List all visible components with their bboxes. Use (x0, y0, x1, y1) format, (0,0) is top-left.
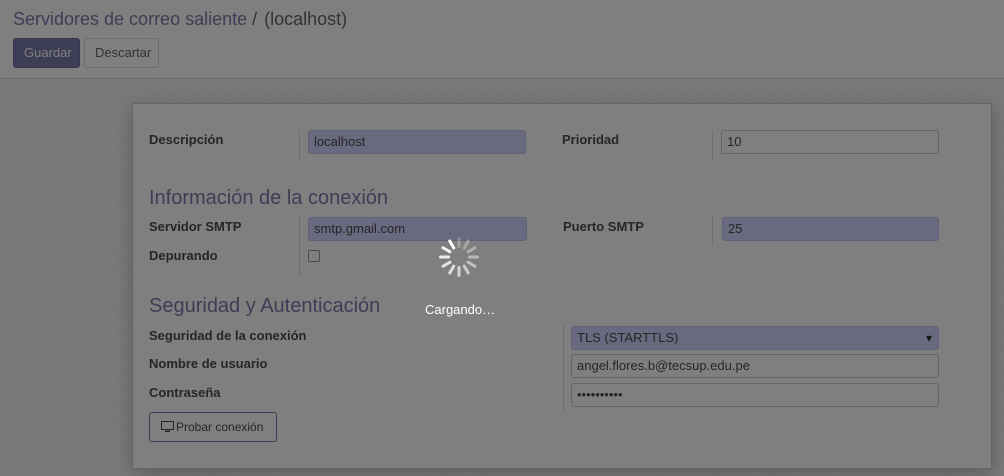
loading-overlay: Cargando… (0, 0, 1004, 476)
loading-text: Cargando… (425, 302, 496, 317)
loading-spinner-icon (439, 237, 479, 277)
